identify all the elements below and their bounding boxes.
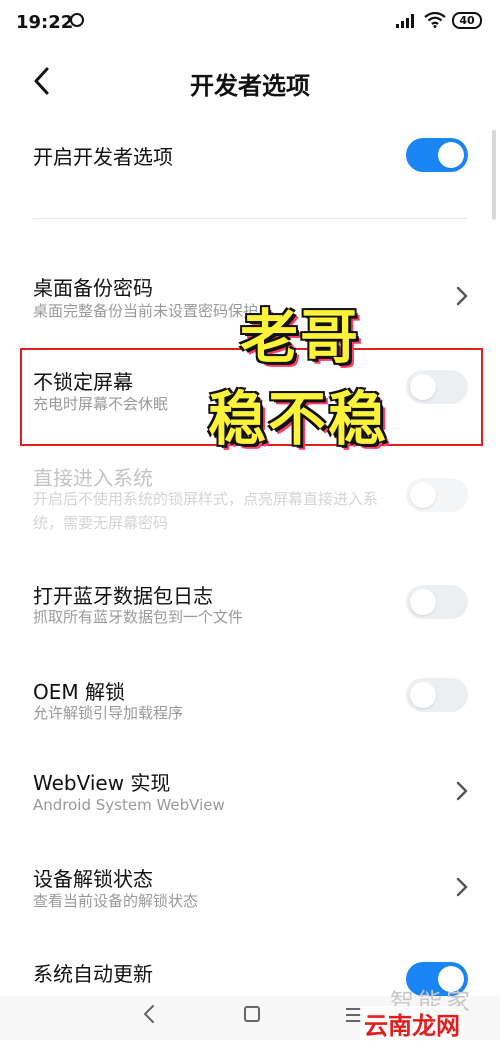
signal-icon (396, 14, 414, 28)
setting-direct-enter-system[interactable]: 直接进入系统 开启后不使用系统的锁屏样式，点亮屏幕直接进入系统，需要无屏幕密码 (0, 448, 500, 558)
chevron-right-icon (456, 781, 468, 801)
nav-home-icon[interactable] (244, 1006, 260, 1022)
setting-title: 系统自动更新 (33, 962, 153, 986)
toggle-knob (410, 682, 436, 708)
bluetooth-log-toggle[interactable] (406, 585, 468, 619)
app-header: 开发者选项 (0, 46, 500, 116)
toggle-knob (438, 142, 464, 168)
overlay-caption-line2: 稳不稳 (208, 385, 389, 453)
status-bar: 19:22 40 (0, 0, 500, 46)
chevron-right-icon (456, 286, 468, 306)
wifi-icon (424, 12, 446, 28)
oem-unlock-toggle[interactable] (406, 678, 468, 712)
toggle-knob (410, 482, 436, 508)
setting-subtitle: 抓取所有蓝牙数据包到一个文件 (33, 608, 244, 626)
setting-subtitle: 开启后不使用系统的锁屏样式，点亮屏幕直接进入系统，需要无屏幕密码 (33, 490, 379, 532)
chevron-right-icon (456, 877, 468, 897)
direct-enter-toggle[interactable] (406, 478, 468, 512)
setting-oem-unlock[interactable]: OEM 解锁 允许解锁引导加载程序 (0, 666, 500, 736)
setting-enable-developer-options[interactable]: 开启开发者选项 (0, 120, 500, 190)
status-time: 19:22 (16, 12, 74, 33)
setting-bluetooth-hci-log[interactable]: 打开蓝牙数据包日志 抓取所有蓝牙数据包到一个文件 (0, 570, 500, 640)
setting-subtitle: Android System WebView (33, 796, 225, 814)
setting-webview-implementation[interactable]: WebView 实现 Android System WebView (0, 762, 500, 832)
toggle-knob (410, 589, 436, 615)
section-divider (33, 218, 467, 219)
overlay-caption-line1: 老哥 (240, 303, 361, 371)
developer-options-toggle[interactable] (406, 138, 468, 172)
setting-title: 开启开发者选项 (33, 145, 173, 169)
nav-back-icon[interactable] (143, 1004, 155, 1024)
setting-title: 桌面备份密码 (33, 276, 153, 300)
sync-icon (70, 13, 84, 27)
setting-title: 设备解锁状态 (33, 867, 153, 891)
setting-device-unlock-status[interactable]: 设备解锁状态 查看当前设备的解锁状态 (0, 858, 500, 928)
setting-subtitle: 查看当前设备的解锁状态 (33, 892, 199, 910)
battery-indicator: 40 (452, 12, 482, 29)
page-title: 开发者选项 (190, 72, 310, 100)
watermark-bottom: 云南龙网 (360, 1006, 464, 1041)
setting-title: WebView 实现 (33, 771, 171, 795)
setting-subtitle: 允许解锁引导加载程序 (33, 704, 184, 722)
